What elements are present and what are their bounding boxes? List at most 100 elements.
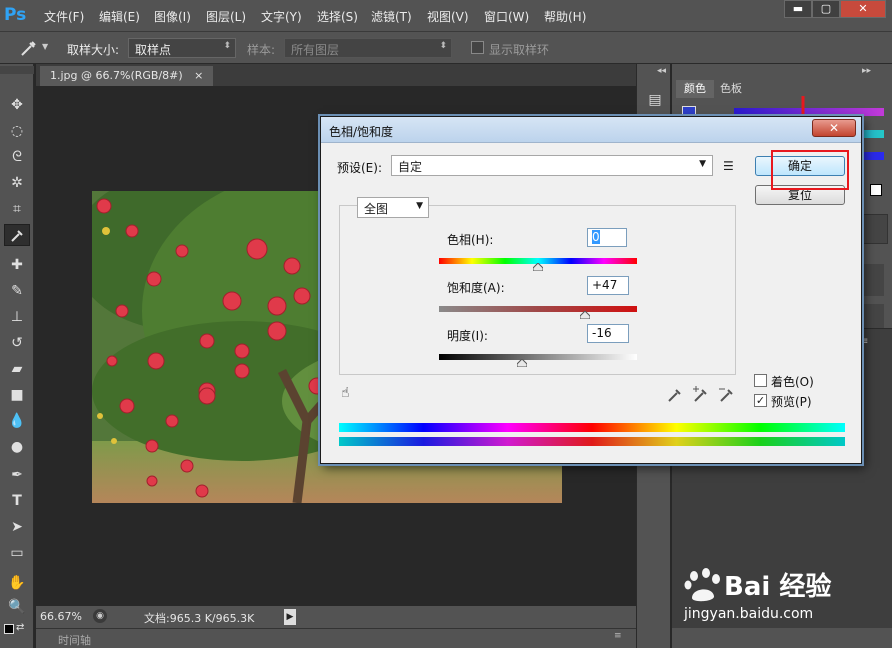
zoom-level[interactable]: 66.67%	[40, 610, 82, 623]
document-tab-title: 1.jpg @ 66.7%(RGB/8#)	[50, 69, 183, 82]
output-color-bar	[339, 437, 845, 446]
menu-file[interactable]: 文件(F)	[44, 8, 84, 25]
panel-menu-icon[interactable]: ≡	[614, 631, 622, 641]
menu-type[interactable]: 文字(Y)	[261, 8, 302, 25]
maximize-icon[interactable]: ▢	[812, 0, 840, 18]
close-icon[interactable]: ✕	[840, 0, 886, 18]
document-tab-bar: 1.jpg @ 66.7%(RGB/8#) ×	[36, 64, 636, 86]
menu-select[interactable]: 选择(S)	[317, 8, 358, 25]
menu-bar: Ps 文件(F) 编辑(E) 图像(I) 图层(L) 文字(Y) 选择(S) 滤…	[0, 0, 892, 32]
minimize-icon[interactable]: ▬	[784, 0, 812, 18]
foreground-color-swatch[interactable]	[4, 624, 14, 634]
collapse-arrows-icon[interactable]: ◂◂	[657, 66, 666, 76]
eyedropper-icon[interactable]	[665, 386, 683, 404]
shape-tool-icon[interactable]: ▭	[4, 542, 30, 564]
preview-checkbox[interactable]: ✓	[754, 394, 767, 407]
document-size-info: 文档:965.3 K/965.3K	[144, 612, 255, 625]
sample-label: 样本:	[247, 43, 276, 57]
status-bar: 66.67% ◉ 文档:965.3 K/965.3K ▶	[36, 606, 636, 628]
lightness-slider[interactable]	[439, 354, 637, 360]
tab-color[interactable]: 颜色	[676, 80, 714, 98]
document-tab[interactable]: 1.jpg @ 66.7%(RGB/8#) ×	[40, 66, 214, 86]
status-menu-arrow-icon[interactable]: ▶	[284, 609, 296, 625]
lasso-tool-icon[interactable]: ᘓ	[4, 146, 30, 168]
hue-input[interactable]: 0	[587, 228, 627, 247]
timeline-label[interactable]: 时间轴	[58, 632, 91, 648]
blur-tool-icon[interactable]: 💧	[4, 410, 30, 432]
status-info-icon[interactable]: ◉	[93, 609, 107, 623]
tab-swatches[interactable]: 色板	[712, 80, 750, 98]
sample-value: 所有图层	[291, 43, 340, 57]
expand-arrows-icon[interactable]: ▸▸	[862, 66, 871, 76]
lightness-value: -16	[592, 326, 612, 340]
white-swatch[interactable]	[870, 184, 882, 196]
adjustments-panel-header	[858, 214, 888, 244]
saturation-slider-thumb[interactable]	[580, 311, 590, 319]
magic-wand-tool-icon[interactable]: ✲	[4, 172, 30, 194]
sample-select[interactable]: 所有图层 ⬍	[284, 38, 452, 58]
lightness-label: 明度(I):	[447, 329, 488, 343]
crop-tool-icon[interactable]: ⌗	[4, 198, 30, 220]
photoshop-logo: Ps	[4, 5, 27, 25]
zoom-tool-icon[interactable]: 🔍	[4, 596, 30, 618]
menu-window[interactable]: 窗口(W)	[484, 8, 529, 25]
saturation-slider[interactable]	[439, 306, 637, 312]
stamp-tool-icon[interactable]: ⊥	[4, 306, 30, 328]
pen-tool-icon[interactable]: ✒	[4, 464, 30, 486]
eyedropper-plus-icon[interactable]	[691, 386, 709, 404]
menu-help[interactable]: 帮助(H)	[544, 8, 586, 25]
preset-options-icon[interactable]: ☰	[723, 159, 734, 173]
chevron-down-icon: ▼	[416, 201, 423, 211]
channel-select[interactable]: 全图 ▼	[357, 197, 429, 218]
tool-preset-arrow-icon[interactable]: ▼	[42, 42, 48, 51]
eraser-tool-icon[interactable]: ▰	[4, 358, 30, 380]
menu-view[interactable]: 视图(V)	[427, 8, 469, 25]
menu-filter[interactable]: 滤镜(T)	[371, 8, 412, 25]
eyedropper-minus-icon[interactable]	[717, 386, 735, 404]
menu-edit[interactable]: 编辑(E)	[99, 8, 140, 25]
eyedropper-icon[interactable]	[20, 39, 38, 57]
history-brush-tool-icon[interactable]: ↺	[4, 332, 30, 354]
tab-close-icon[interactable]: ×	[194, 69, 203, 82]
tools-panel: ✥ ◌ ᘓ ✲ ⌗ ✚ ✎ ⊥ ↺ ▰ ■ 💧 ● ✒ T ➤ ▭ ✋ 🔍 ⇄	[0, 64, 34, 648]
menu-layer[interactable]: 图层(L)	[206, 8, 246, 25]
show-ring-label: 显示取样环	[489, 43, 550, 57]
menu-image[interactable]: 图像(I)	[154, 8, 191, 25]
preset-select[interactable]: 自定 ▼	[391, 155, 713, 176]
toolbar-grip[interactable]	[0, 66, 34, 74]
show-ring-checkbox[interactable]	[471, 41, 484, 54]
lightness-slider-thumb[interactable]	[517, 359, 527, 367]
preview-label: 预览(P)	[771, 395, 812, 409]
type-tool-icon[interactable]: T	[4, 490, 30, 512]
eyedropper-tool-icon[interactable]	[4, 224, 30, 246]
history-panel-icon[interactable]: ▤	[645, 92, 665, 112]
hand-tool-icon[interactable]: ✋	[4, 572, 30, 594]
saturation-label: 饱和度(A):	[447, 281, 505, 295]
baidu-paw-logo	[684, 568, 720, 602]
colorize-checkbox[interactable]	[754, 374, 767, 387]
dialog-close-button[interactable]: ✕	[812, 119, 856, 137]
sample-size-value: 取样点	[135, 43, 172, 57]
dodge-tool-icon[interactable]: ●	[4, 436, 30, 458]
options-bar: ▼ 取样大小: 取样点 ⬍ 样本: 所有图层 ⬍ 显示取样环	[0, 32, 892, 64]
preset-value: 自定	[398, 160, 423, 174]
hue-slider-thumb[interactable]	[533, 263, 543, 271]
chevron-down-icon: ▼	[699, 159, 706, 169]
saturation-input[interactable]: +47	[587, 276, 629, 295]
marquee-tool-icon[interactable]: ◌	[4, 120, 30, 142]
watermark-brand: Bai 经验	[724, 572, 832, 602]
targeted-adjustment-hand-icon[interactable]: ☝	[341, 385, 359, 403]
baidu-watermark: Bai 经验 jingyan.baidu.com	[684, 566, 884, 636]
sample-size-label: 取样大小:	[67, 43, 120, 57]
dialog-titlebar[interactable]: 色相/饱和度 ✕	[321, 117, 861, 143]
sample-size-select[interactable]: 取样点 ⬍	[128, 38, 236, 58]
move-tool-icon[interactable]: ✥	[4, 94, 30, 116]
lightness-input[interactable]: -16	[587, 324, 629, 343]
healing-brush-tool-icon[interactable]: ✚	[4, 254, 30, 276]
path-selection-tool-icon[interactable]: ➤	[4, 516, 30, 538]
brush-tool-icon[interactable]: ✎	[4, 280, 30, 302]
gradient-tool-icon[interactable]: ■	[4, 384, 30, 406]
hue-value: 0	[592, 230, 600, 244]
swap-colors-icon[interactable]: ⇄	[16, 622, 24, 633]
input-color-bar	[339, 423, 845, 432]
